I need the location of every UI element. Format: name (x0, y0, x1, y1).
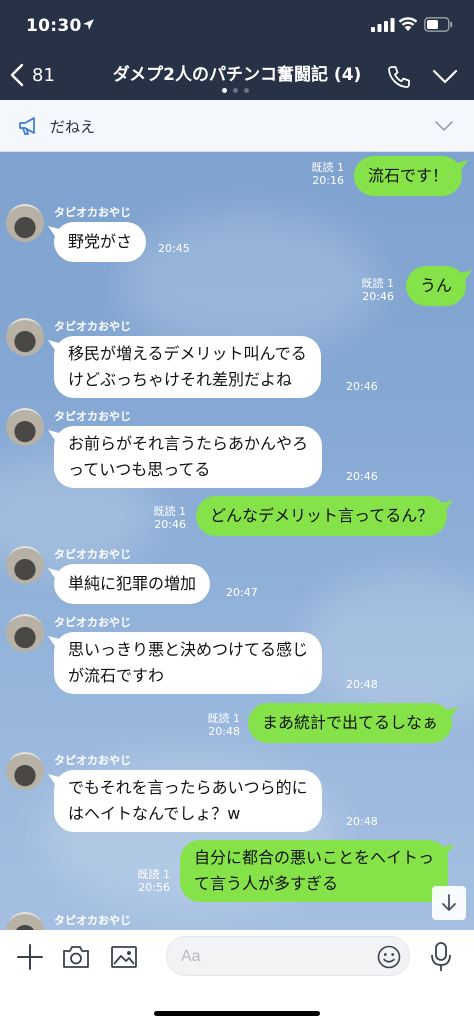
message-time: 20:45 (158, 242, 190, 255)
read-receipt: 既読 1 (361, 277, 395, 290)
message-time: 20:56 (138, 881, 170, 894)
message-time: 20:48 (346, 678, 378, 691)
phone-icon[interactable] (386, 64, 412, 90)
message-time: 20:47 (226, 586, 258, 599)
microphone-icon[interactable] (430, 941, 452, 973)
page-dot (233, 88, 238, 93)
read-receipt: 既読 1 (137, 868, 171, 881)
wifi-icon (398, 17, 418, 31)
message-line: はヘイトなんでしょ？w (68, 804, 241, 823)
chevron-down-icon[interactable] (434, 120, 454, 132)
message-input[interactable] (181, 945, 361, 969)
message-bubble[interactable]: 自分に都合の悪いことをヘイトっ て言う人が多すぎる (180, 840, 449, 902)
top-bar: 10:30 81 ダメプ2人のパチンコ奮闘記 (4) (0, 0, 474, 100)
message-bubble[interactable]: お前らがそれ言うたらあかんやろ っていつも思ってる (54, 426, 323, 488)
message-line: が流石ですわ (68, 666, 165, 685)
sender-name: タピオカおやじ (54, 616, 131, 629)
avatar[interactable] (6, 408, 44, 446)
message-bubble[interactable]: 単純に犯罪の増加 (54, 564, 211, 604)
emoji-icon[interactable] (377, 945, 401, 969)
message-bubble[interactable]: 流石です！ (354, 156, 463, 196)
message-time: 20:46 (346, 470, 378, 483)
message-meta: 既読 1 20:48 (196, 712, 241, 738)
message-meta: 既読 1 20:46 (142, 505, 187, 531)
message-line: けどぶっちゃけそれ差別だよね (68, 370, 293, 389)
message-bubble[interactable]: うん (406, 266, 467, 306)
cellular-signal-icon (371, 18, 395, 32)
page-indicator (222, 88, 249, 93)
read-receipt: 既読 1 (207, 712, 241, 725)
avatar[interactable] (6, 546, 44, 584)
message-time: 20:46 (154, 518, 186, 531)
message-line: っていつも思ってる (68, 460, 211, 479)
message-bubble[interactable]: まあ統計で出てるしなぁ (248, 703, 453, 743)
message-meta: 既読 1 20:16 (300, 161, 345, 187)
sender-name: タピオカおやじ (54, 914, 131, 927)
background-cloud (120, 212, 380, 352)
message-time: 20:48 (346, 815, 378, 828)
sender-name: タピオカおやじ (54, 410, 131, 423)
scroll-to-bottom-button[interactable] (432, 886, 466, 920)
announcement-bar[interactable]: だねえ (0, 100, 474, 152)
message-time: 20:46 (346, 380, 378, 393)
message-time: 20:46 (362, 290, 394, 303)
plus-icon[interactable] (16, 943, 44, 971)
chat-area[interactable]: 既読 1 20:16 流石です！ タピオカおやじ 野党がさ 20:45 既読 1… (0, 152, 474, 930)
message-bubble[interactable]: でもそれを言ったらあいつら的に はヘイトなんでしょ？w (54, 770, 322, 832)
message-line: 自分に都合の悪いことをヘイトっ (194, 848, 435, 867)
status-time: 10:30 (26, 16, 82, 36)
home-indicator (154, 1011, 320, 1016)
chevron-left-icon (10, 63, 24, 87)
message-time: 20:16 (312, 174, 344, 187)
arrow-down-icon (442, 894, 456, 911)
message-line: 思いっきり悪と決めつけてる感じ (68, 640, 309, 659)
message-meta: 既読 1 20:56 (126, 868, 171, 894)
announcement-text: だねえ (50, 118, 96, 136)
unread-count: 81 (32, 64, 55, 86)
message-bubble[interactable]: どんなデメリット言ってるん？ (196, 496, 448, 536)
avatar[interactable] (6, 614, 44, 652)
message-input-field[interactable] (166, 936, 410, 976)
avatar[interactable] (6, 204, 44, 242)
avatar[interactable] (6, 752, 44, 790)
avatar[interactable] (6, 912, 44, 930)
image-icon[interactable] (110, 943, 138, 971)
read-receipt: 既読 1 (153, 505, 187, 518)
megaphone-icon (19, 117, 35, 135)
camera-icon[interactable] (61, 943, 91, 971)
message-line: て言う人が多すぎる (194, 874, 339, 893)
message-time: 20:48 (208, 725, 240, 738)
avatar[interactable] (6, 318, 44, 356)
page-dot (244, 88, 249, 93)
message-bubble[interactable]: 移民が増えるデメリット叫んでる けどぶっちゃけそれ差別だよね (54, 336, 321, 398)
chat-title[interactable]: ダメプ2人のパチンコ奮闘記 (4) (100, 60, 374, 85)
sender-name: タピオカおやじ (54, 320, 131, 333)
location-arrow-icon (83, 19, 94, 30)
background-cloud (300, 572, 474, 722)
read-receipt: 既読 1 (311, 161, 345, 174)
battery-icon (424, 17, 453, 32)
back-button[interactable]: 81 (10, 60, 55, 90)
chevron-down-icon[interactable] (432, 68, 458, 86)
message-line: でもそれを言ったらあいつら的に (68, 778, 308, 797)
sender-name: タピオカおやじ (54, 548, 131, 561)
message-meta: 既読 1 20:46 (350, 277, 395, 303)
sender-name: タピオカおやじ (54, 206, 131, 219)
sender-name: タピオカおやじ (54, 754, 131, 767)
message-line: お前らがそれ言うたらあかんやろ (68, 434, 309, 453)
message-line: 移民が増えるデメリット叫んでる (68, 344, 307, 363)
message-bubble[interactable]: 思いっきり悪と決めつけてる感じ が流石ですわ (54, 632, 323, 694)
message-bubble[interactable]: 野党がさ (54, 222, 147, 262)
page-dot (222, 88, 227, 93)
